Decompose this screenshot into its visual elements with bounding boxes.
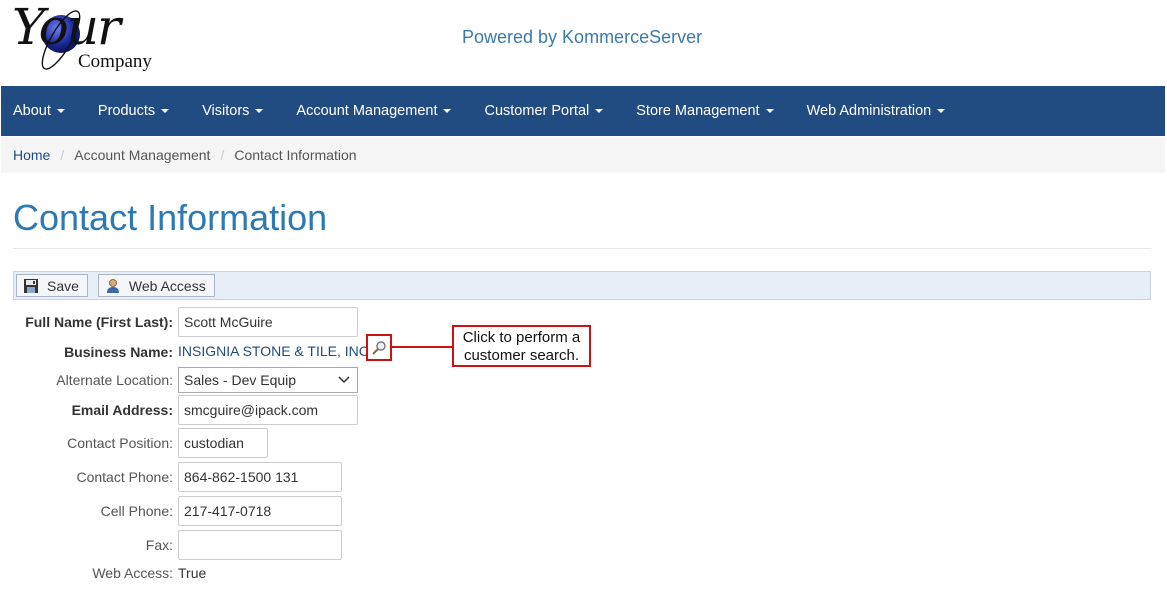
nav-store-management[interactable]: Store Management	[618, 86, 788, 136]
user-icon	[106, 278, 119, 293]
web-access-button[interactable]: Web Access	[97, 274, 215, 297]
nav-visitors[interactable]: Visitors	[184, 86, 278, 136]
callout-line-1: Click to perform a	[462, 329, 581, 346]
fax-label: Fax:	[145, 537, 173, 553]
business-name-link[interactable]: INSIGNIA STONE & TILE, INC.	[178, 343, 373, 359]
web-access-value: True	[178, 565, 207, 581]
save-button[interactable]: Save	[16, 274, 88, 297]
magnifier-icon	[372, 340, 386, 355]
logo-text: Your	[12, 0, 121, 56]
callout-annotation: Click to perform a customer search.	[452, 325, 591, 367]
full-name-input[interactable]	[178, 307, 358, 337]
nav-label: About	[13, 103, 51, 119]
caret-down-icon	[161, 109, 170, 113]
full-name-label: Full Name (First Last):	[25, 314, 173, 330]
nav-products[interactable]: Products	[80, 86, 184, 136]
fax-input[interactable]	[178, 530, 342, 560]
form-toolbar: Save Web Access	[13, 271, 1151, 300]
breadcrumb-current: Contact Information	[234, 147, 357, 163]
alternate-location-value: Sales - Dev Equip	[184, 372, 297, 388]
contact-position-input[interactable]	[178, 428, 268, 458]
contact-phone-input[interactable]	[178, 462, 342, 492]
contact-phone-label: Contact Phone:	[76, 469, 173, 485]
breadcrumb: Home / Account Management / Contact Info…	[1, 137, 1165, 173]
caret-down-icon	[255, 109, 264, 113]
email-input[interactable]	[178, 395, 358, 425]
callout-connector	[392, 346, 452, 348]
nav-label: Web Administration	[806, 103, 932, 119]
logo-subtext: Company	[78, 51, 152, 72]
main-navbar: About Products Visitors Account Manageme…	[1, 86, 1165, 136]
breadcrumb-separator: /	[60, 147, 65, 163]
floppy-disk-icon	[24, 278, 38, 293]
nav-about[interactable]: About	[1, 86, 80, 136]
cell-phone-input[interactable]	[178, 496, 342, 526]
site-header: Your Company Powered by KommerceServer	[0, 0, 1167, 86]
nav-label: Store Management	[636, 103, 760, 119]
nav-label: Visitors	[202, 103, 250, 119]
web-access-label: Web Access	[128, 277, 206, 294]
nav-label: Customer Portal	[484, 103, 590, 119]
cell-phone-label: Cell Phone:	[100, 503, 173, 519]
breadcrumb-account-management: Account Management	[74, 147, 211, 163]
alternate-location-label: Alternate Location:	[56, 372, 173, 388]
nav-label: Products	[97, 103, 156, 119]
web-access-field-label: Web Access:	[92, 565, 173, 581]
breadcrumb-separator: /	[220, 147, 225, 163]
save-label: Save	[47, 277, 79, 294]
alternate-location-select[interactable]: Sales - Dev Equip	[178, 367, 358, 393]
business-name-label: Business Name:	[64, 344, 173, 360]
email-label: Email Address:	[71, 402, 173, 418]
caret-down-icon	[56, 109, 65, 113]
company-logo[interactable]: Your Company	[12, 0, 162, 74]
nav-account-management[interactable]: Account Management	[278, 86, 466, 136]
title-divider	[13, 248, 1151, 249]
caret-down-icon	[765, 109, 774, 113]
contact-position-label: Contact Position:	[67, 435, 173, 451]
callout-line-2: customer search.	[463, 347, 580, 364]
page-title: Contact Information	[13, 197, 328, 238]
powered-by-text: Powered by KommerceServer	[462, 27, 703, 47]
caret-down-icon	[937, 109, 946, 113]
caret-down-icon	[595, 109, 604, 113]
customer-search-button[interactable]	[366, 334, 392, 361]
breadcrumb-home[interactable]: Home	[13, 147, 50, 163]
chevron-down-icon	[338, 376, 350, 384]
caret-down-icon	[443, 109, 452, 113]
nav-customer-portal[interactable]: Customer Portal	[466, 86, 618, 136]
nav-label: Account Management	[296, 103, 438, 119]
nav-web-administration[interactable]: Web Administration	[789, 86, 961, 136]
